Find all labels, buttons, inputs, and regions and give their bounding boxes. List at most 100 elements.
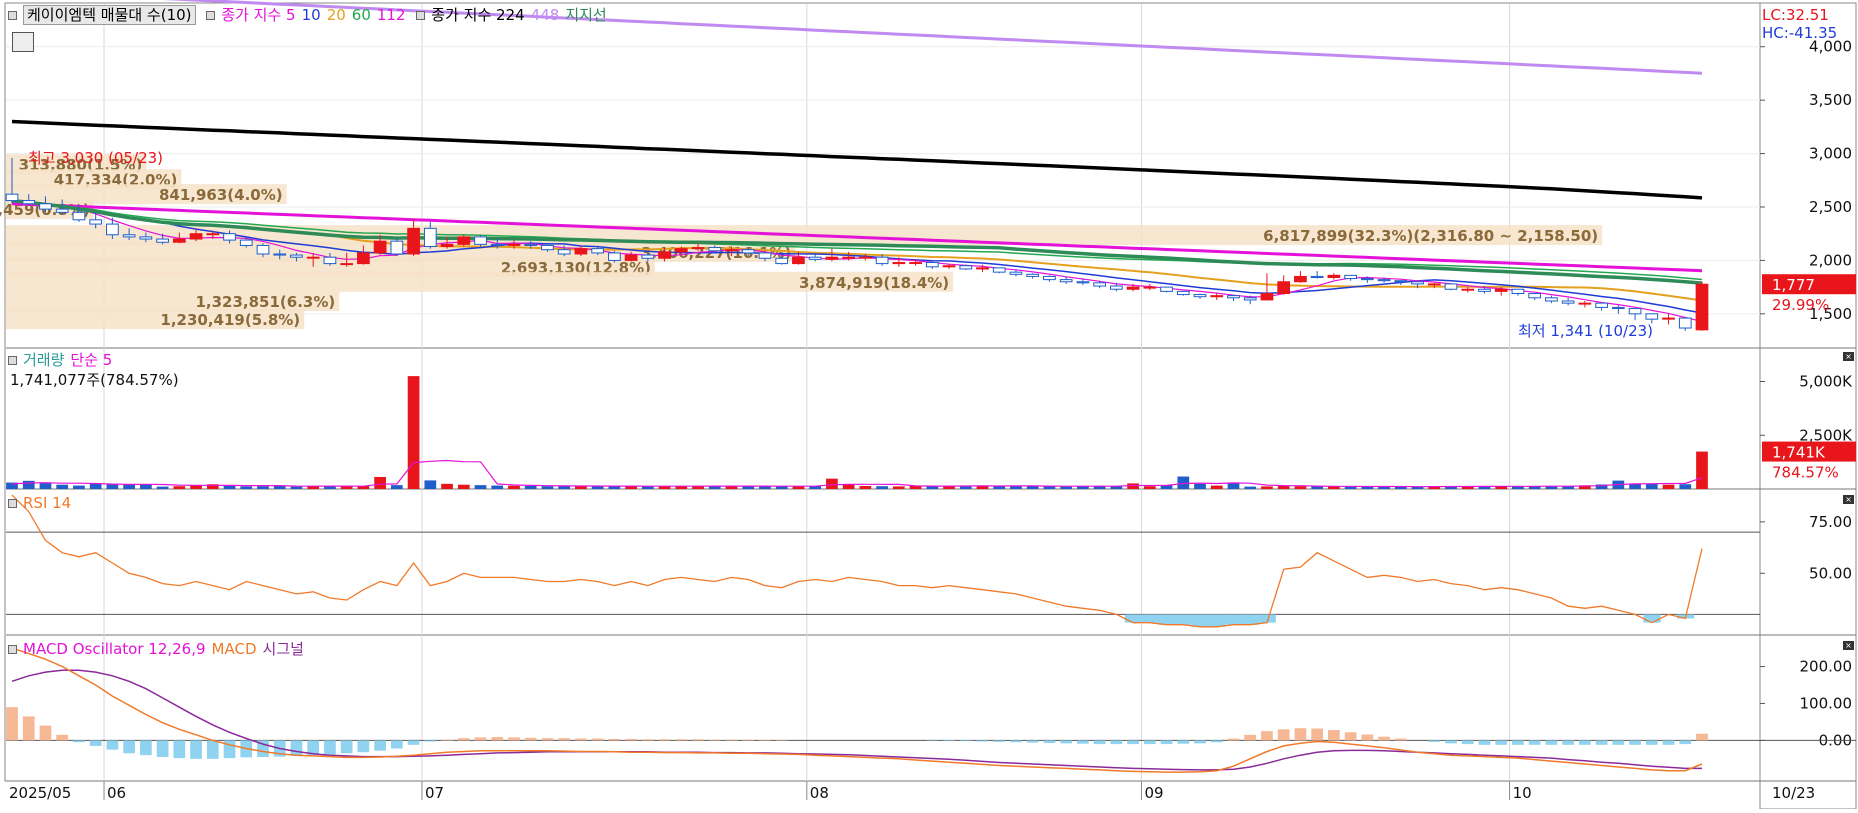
macd-osc-bar <box>73 740 85 742</box>
close-icon[interactable]: × <box>1843 495 1854 504</box>
candle-body <box>910 263 922 264</box>
candle-body <box>642 255 654 258</box>
candle-body <box>157 239 169 242</box>
candle-body <box>1579 303 1591 304</box>
macd-osc-bar <box>508 737 520 740</box>
macd-legend: MACD Oscillator 12,26,9 MACD 시그널 <box>8 639 310 659</box>
volume-bar <box>742 486 754 489</box>
legend-macd-osc[interactable]: MACD Oscillator 12,26,9 <box>23 640 206 658</box>
macd-osc-bar <box>742 740 754 741</box>
rsi-oversold-fill <box>1158 614 1175 624</box>
price-tick-label: 3,500 <box>1809 91 1852 109</box>
candle-body <box>1194 295 1206 297</box>
legend-macd[interactable]: MACD <box>212 640 257 658</box>
volume-bar <box>1027 486 1039 489</box>
rsi-tick-label: 50.00 <box>1809 564 1852 582</box>
macd-osc-bar <box>1495 740 1507 744</box>
candle-body <box>1345 275 1357 278</box>
candle-body <box>441 244 453 246</box>
macd-osc-bar <box>173 740 185 758</box>
candle-body <box>609 253 621 260</box>
hc-label: HC:-41.35 <box>1762 24 1837 42</box>
x-tick-label: 10 <box>1513 784 1532 802</box>
candle-body <box>960 266 972 269</box>
candle-body <box>23 201 35 204</box>
macd-osc-bar <box>441 740 453 741</box>
legend-ma112[interactable]: 112 <box>377 6 406 24</box>
macd-osc-bar <box>1579 740 1591 744</box>
macd-osc-bar <box>542 738 554 740</box>
macd-osc-bar <box>1612 740 1624 744</box>
macd-osc-bar <box>1596 740 1608 744</box>
candle-body <box>1094 283 1106 286</box>
macd-osc-bar <box>659 739 671 740</box>
candle-body <box>391 241 403 254</box>
candle-body <box>508 244 520 245</box>
high-annotation: 최고 3,030 (05/23) <box>28 149 163 167</box>
legend-volume-ma[interactable]: 단순 5 <box>70 351 112 369</box>
volume-bar <box>1060 487 1072 489</box>
grid-table-icon[interactable] <box>12 32 34 52</box>
legend-volume-profile[interactable]: 케이이엠텍 매물대 수(10) <box>23 5 196 25</box>
volume-value: 1,741,077주(784.57%) <box>10 370 179 390</box>
macd-osc-bar <box>408 740 420 744</box>
volume-bar <box>341 486 353 489</box>
legend-volume[interactable]: 거래량 <box>23 351 64 369</box>
candle-body <box>1111 286 1123 289</box>
candle-body <box>1311 276 1323 277</box>
macd-osc-bar <box>1345 732 1357 740</box>
legend-support[interactable]: 지지선 <box>565 6 606 24</box>
close-icon[interactable]: × <box>1843 641 1854 650</box>
legend-signal[interactable]: 시그널 <box>263 640 304 658</box>
macd-osc-bar <box>1696 734 1708 741</box>
macd-osc-bar <box>1445 740 1457 743</box>
volume-profile-label: 841,963(4.0%) <box>159 186 283 204</box>
volume-bar <box>542 486 554 489</box>
candle-body <box>1261 294 1273 300</box>
macd-osc-bar <box>90 740 102 746</box>
volume-bar <box>73 486 85 489</box>
candle-body <box>558 250 570 254</box>
candle-body <box>475 237 487 244</box>
volume-bar <box>776 486 788 489</box>
candle-body <box>491 244 503 245</box>
volume-tick-label: 2,500K <box>1799 426 1853 444</box>
volume-profile-label: 1,230,419(5.8%) <box>160 311 300 329</box>
volume-profile-label: 1,323,851(6.3%) <box>195 293 335 311</box>
macd-osc-bar <box>1060 740 1072 743</box>
candle-body <box>709 248 721 251</box>
legend-box-icon <box>8 11 17 20</box>
macd-osc-bar <box>558 738 570 740</box>
chart-canvas: 2025/05060708091010/231,5002,0002,5003,0… <box>0 0 1858 809</box>
volume-bar <box>90 484 102 489</box>
candle-body <box>776 258 788 263</box>
macd-tick-label: 100.00 <box>1800 694 1853 712</box>
close-icon[interactable]: × <box>1843 352 1854 361</box>
legend-ma2-icon <box>416 11 425 20</box>
y-axis-frame <box>1760 3 1856 809</box>
candle-body <box>1177 291 1189 294</box>
legend-ma448[interactable]: 448 <box>531 6 560 24</box>
candle-body <box>659 252 671 258</box>
macd-osc-bar <box>592 739 604 741</box>
legend-ma10[interactable]: 10 <box>302 6 321 24</box>
legend-ma224[interactable]: 종가 지수 224 <box>431 6 524 24</box>
macd-osc-bar <box>1027 740 1039 742</box>
volume-bar <box>860 486 872 489</box>
candle-body <box>1462 289 1474 290</box>
legend-ma20[interactable]: 20 <box>327 6 346 24</box>
volume-bar <box>1194 484 1206 489</box>
stock-chart-window: 2025/05060708091010/231,5002,0002,5003,0… <box>0 0 1858 809</box>
macd-osc-bar <box>1462 740 1474 744</box>
legend-ma60[interactable]: 60 <box>352 6 371 24</box>
macd-osc-bar <box>1194 740 1206 743</box>
macd-osc-bar <box>675 739 687 740</box>
candle-body <box>1445 284 1457 289</box>
macd-osc-bar <box>1261 731 1273 740</box>
legend-ma5[interactable]: 종가 지수 5 <box>221 6 295 24</box>
volume-bar <box>291 487 303 489</box>
x-tick-label: 07 <box>425 784 444 802</box>
candle-body <box>993 268 1005 272</box>
legend-rsi[interactable]: RSI 14 <box>23 494 71 512</box>
current-volume-pct: 784.57% <box>1772 464 1839 482</box>
